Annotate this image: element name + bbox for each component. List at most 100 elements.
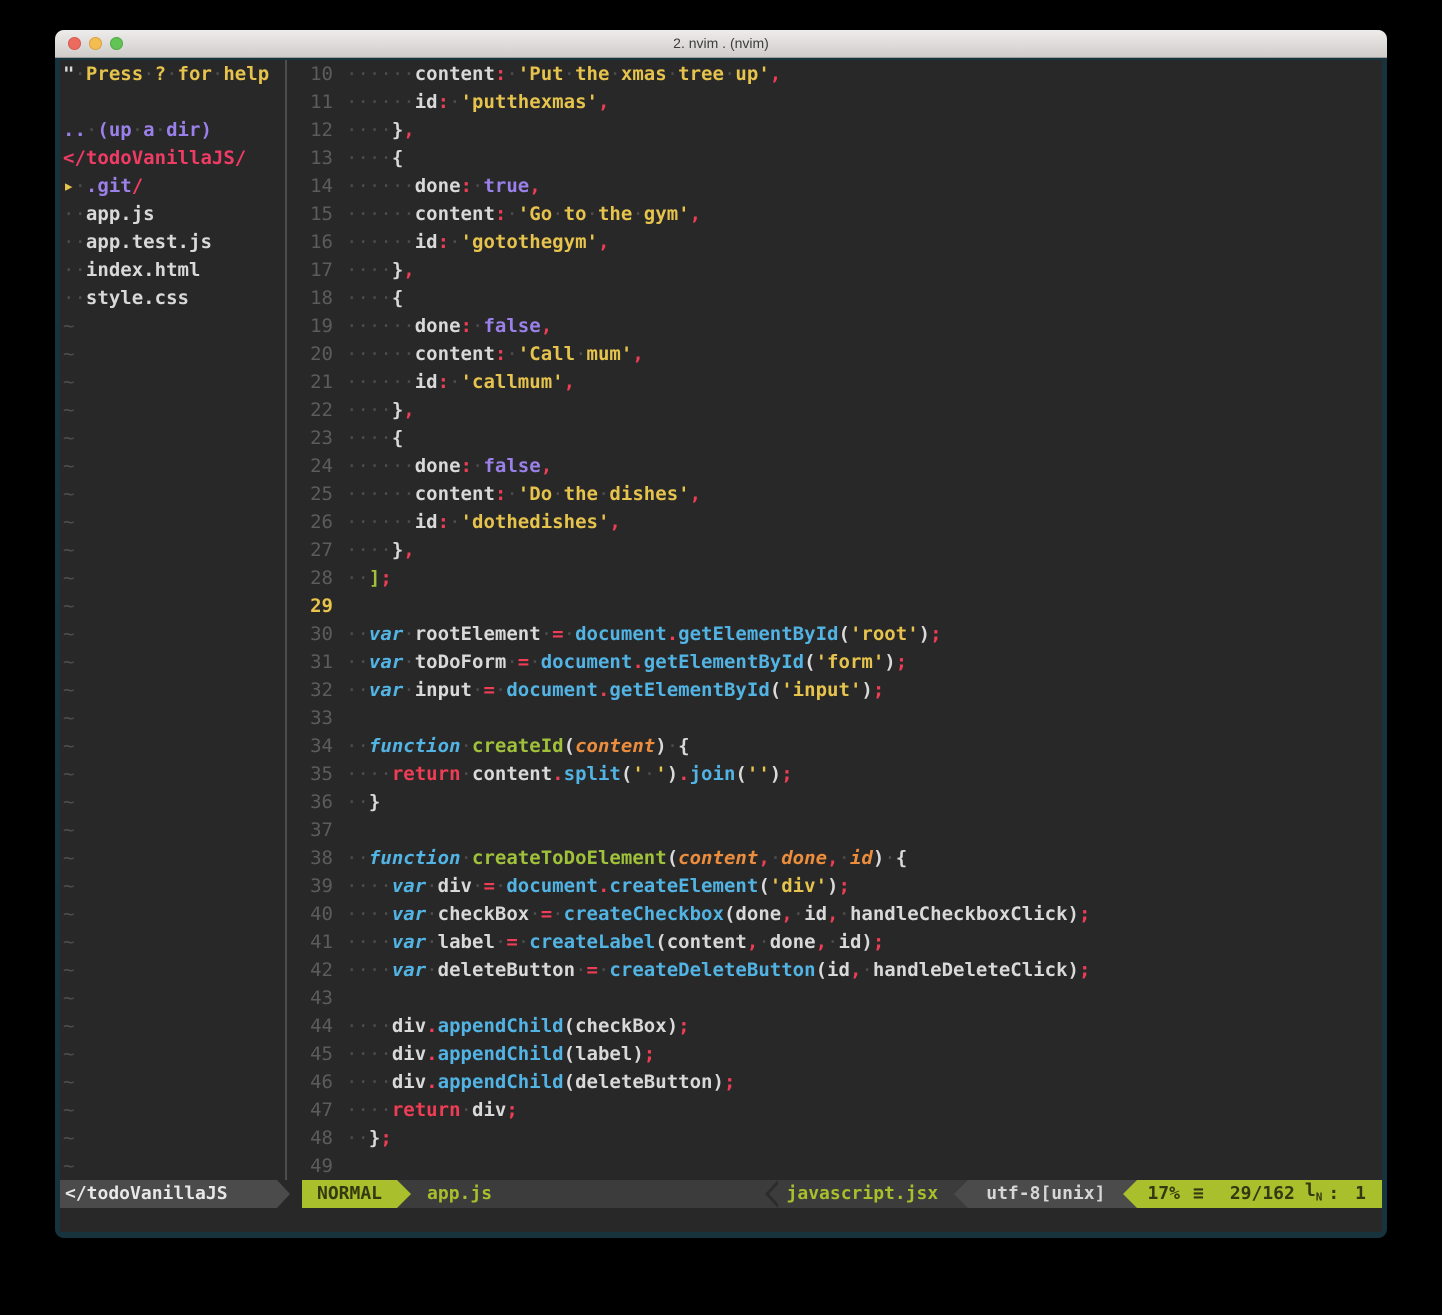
code-line[interactable]: 28··]; <box>287 564 1382 592</box>
tree-item-index-html[interactable]: ··index.html <box>60 256 285 284</box>
powerline-arrow-icon <box>277 1180 290 1208</box>
code-line[interactable]: 42····var·deleteButton·=·createDeleteBut… <box>287 956 1382 984</box>
code-line[interactable]: 47····return·div; <box>287 1096 1382 1124</box>
line-number: 16 <box>287 228 333 256</box>
empty-line-tilde: ~ <box>60 396 285 424</box>
netrw-help: "·Press·?·for·help <box>60 60 285 88</box>
empty-line-tilde: ~ <box>60 1124 285 1152</box>
code-line[interactable]: 40····var·checkBox·=·createCheckbox(done… <box>287 900 1382 928</box>
line-number: 40 <box>287 900 333 928</box>
code-line[interactable]: 29 <box>287 592 1382 620</box>
terminal-window: 2. nvim . (nvim) "·Press·?·for·help ..·(u… <box>55 30 1387 1238</box>
empty-line-tilde: ~ <box>60 844 285 872</box>
code-line[interactable]: 24······done:·false, <box>287 452 1382 480</box>
code-line[interactable]: 18····{ <box>287 284 1382 312</box>
powerline-arrow-icon <box>1123 1180 1137 1208</box>
empty-line-tilde: ~ <box>60 1096 285 1124</box>
code-line[interactable]: 46····div.appendChild(deleteButton); <box>287 1068 1382 1096</box>
code-line[interactable]: 23····{ <box>287 424 1382 452</box>
line-number: 23 <box>287 424 333 452</box>
empty-line-tilde: ~ <box>60 1040 285 1068</box>
code-line[interactable]: 19······done:·false, <box>287 312 1382 340</box>
empty-line-tilde: ~ <box>60 368 285 396</box>
empty-line-tilde: ~ <box>60 340 285 368</box>
column-number: 1 <box>1355 1180 1366 1208</box>
code-line[interactable]: 12····}, <box>287 116 1382 144</box>
code-line[interactable]: 10······content:·'Put·the·xmas·tree·up', <box>287 60 1382 88</box>
empty-line-tilde: ~ <box>60 816 285 844</box>
code-line[interactable]: 26······id:·'dothedishes', <box>287 508 1382 536</box>
code-area[interactable]: 10······content:·'Put·the·xmas·tree·up',… <box>287 60 1382 1180</box>
code-line[interactable]: 15······content:·'Go·to·the·gym', <box>287 200 1382 228</box>
command-line[interactable] <box>60 1208 1382 1232</box>
powerline-chevron-icon <box>765 1180 781 1208</box>
sidebar-status-path: </todoVanillaJS <box>60 1180 277 1208</box>
status-filename: app.js <box>427 1180 492 1208</box>
code-line[interactable]: 45····div.appendChild(label); <box>287 1040 1382 1068</box>
tree-item-app-js[interactable]: ··app.js <box>60 200 285 228</box>
line-number: 24 <box>287 452 333 480</box>
code-line[interactable]: 44····div.appendChild(checkBox); <box>287 1012 1382 1040</box>
code-line[interactable]: 25······content:·'Do·the·dishes', <box>287 480 1382 508</box>
status-bar: </todoVanillaJS NORMAL app.js javascript… <box>60 1180 1382 1208</box>
code-line[interactable]: 33 <box>287 704 1382 732</box>
tree-item-app-test-js[interactable]: ··app.test.js <box>60 228 285 256</box>
code-line[interactable]: 39····var·div·=·document.createElement('… <box>287 872 1382 900</box>
line-number: 15 <box>287 200 333 228</box>
code-line[interactable]: 37 <box>287 816 1382 844</box>
line-number: 39 <box>287 872 333 900</box>
code-line[interactable]: 13····{ <box>287 144 1382 172</box>
code-line[interactable]: 11······id:·'putthexmas', <box>287 88 1382 116</box>
empty-line-tilde: ~ <box>60 564 285 592</box>
code-line[interactable]: 21······id:·'callmum', <box>287 368 1382 396</box>
code-line[interactable]: 27····}, <box>287 536 1382 564</box>
line-number: 42 <box>287 956 333 984</box>
empty-line-tilde: ~ <box>60 760 285 788</box>
line-number: 45 <box>287 1040 333 1068</box>
tree-item-up-dir[interactable]: ..·(up·a·dir) <box>60 116 285 144</box>
tree-item-cwd[interactable]: </todoVanillaJS/ <box>60 144 285 172</box>
line-number: 10 <box>287 60 333 88</box>
tree-item-git-dir[interactable]: ▸·.git/ <box>60 172 285 200</box>
tree-item-style-css[interactable]: ··style.css <box>60 284 285 312</box>
code-line[interactable]: 31··var·toDoForm·=·document.getElementBy… <box>287 648 1382 676</box>
file-tree[interactable]: "·Press·?·for·help ..·(up·a·dir)</todoVan… <box>60 60 287 1180</box>
code-line[interactable]: 38··function·createToDoElement(content,·… <box>287 844 1382 872</box>
code-line[interactable]: 14······done:·true, <box>287 172 1382 200</box>
empty-line-tilde: ~ <box>60 620 285 648</box>
empty-line-tilde: ~ <box>60 592 285 620</box>
code-line[interactable]: 34··function·createId(content)·{ <box>287 732 1382 760</box>
code-line[interactable]: 17····}, <box>287 256 1382 284</box>
colon-separator: : <box>1328 1180 1339 1208</box>
empty-line-tilde: ~ <box>60 704 285 732</box>
code-line[interactable]: 43 <box>287 984 1382 1012</box>
empty-line-tilde: ~ <box>60 676 285 704</box>
code-line[interactable]: 22····}, <box>287 396 1382 424</box>
code-line[interactable]: 48··}; <box>287 1124 1382 1152</box>
code-line[interactable]: 49 <box>287 1152 1382 1180</box>
nvim-screen: "·Press·?·for·help..·(up·a·dir)</todoVan… <box>60 60 1382 1232</box>
line-number: 14 <box>287 172 333 200</box>
empty-line-tilde: ~ <box>60 956 285 984</box>
blank-line <box>60 88 285 116</box>
code-line[interactable]: 36··} <box>287 788 1382 816</box>
line-number: 48 <box>287 1124 333 1152</box>
code-line[interactable]: 20······content:·'Call·mum', <box>287 340 1382 368</box>
encoding-indicator: utf-8[unix] <box>968 1180 1123 1208</box>
empty-line-tilde: ~ <box>60 508 285 536</box>
window-title: 2. nvim . (nvim) <box>55 30 1387 57</box>
code-line[interactable]: 30··var·rootElement·=·document.getElemen… <box>287 620 1382 648</box>
filetype-indicator: javascript.jsx <box>781 1180 955 1208</box>
line-number: 19 <box>287 312 333 340</box>
empty-line-tilde: ~ <box>60 1152 285 1180</box>
code-line[interactable]: 41····var·label·=·createLabel(content,·d… <box>287 928 1382 956</box>
empty-line-tilde: ~ <box>60 1068 285 1096</box>
code-line[interactable]: 32··var·input·=·document.getElementById(… <box>287 676 1382 704</box>
line-number: 22 <box>287 396 333 424</box>
code-line[interactable]: 35····return·content.split('·').join('')… <box>287 760 1382 788</box>
code-line[interactable]: 16······id:·'gotothegym', <box>287 228 1382 256</box>
powerline-arrow-icon <box>397 1180 411 1208</box>
title-bar[interactable]: 2. nvim . (nvim) <box>55 30 1387 58</box>
cursor-info: 17% ≡ 29/162 lN : 1 <box>1137 1180 1382 1208</box>
empty-line-tilde: ~ <box>60 788 285 816</box>
